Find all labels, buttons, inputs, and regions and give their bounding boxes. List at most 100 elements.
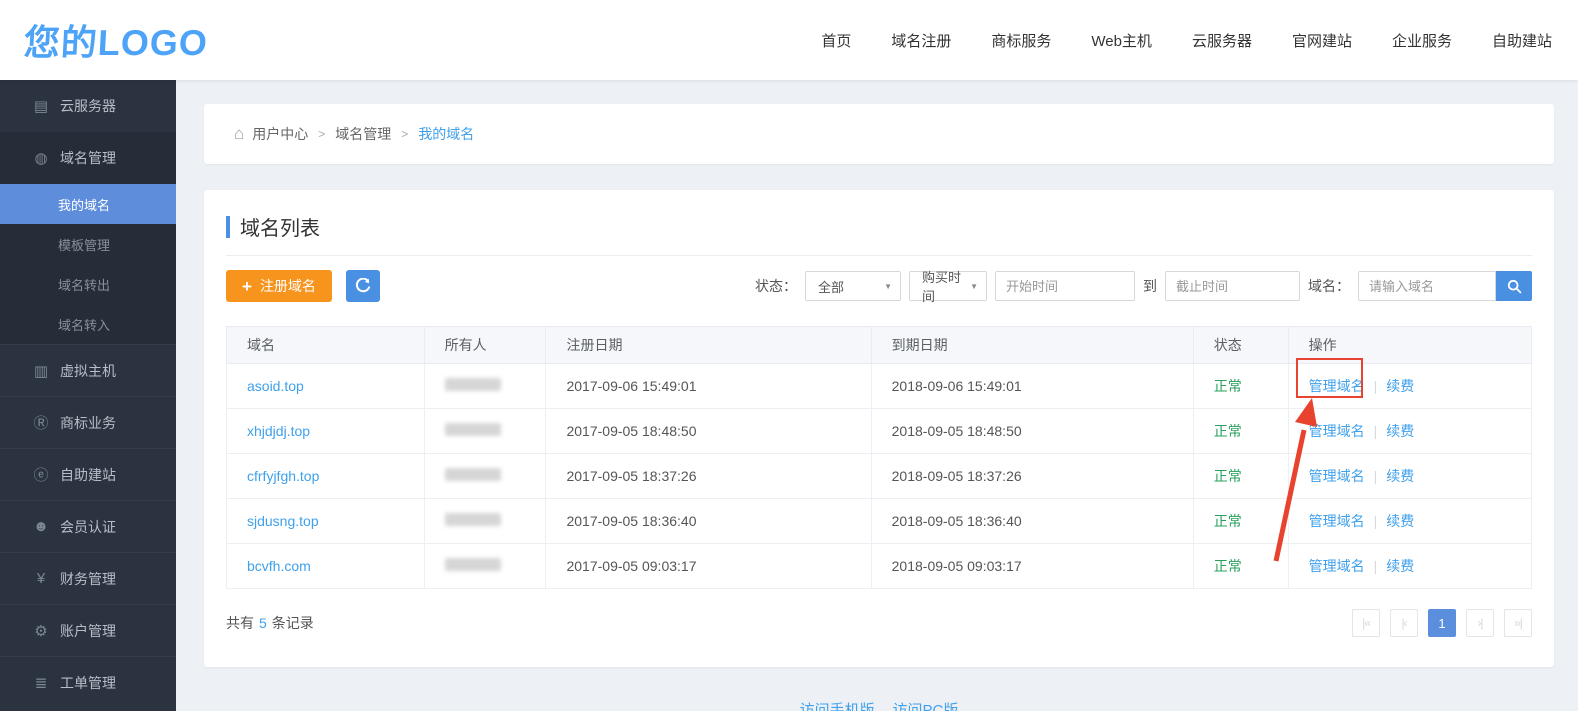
manage-domain-link[interactable]: 管理域名 <box>1309 468 1365 484</box>
sidebar-group-domain: 域名管理 我的域名 模板管理 域名转出 域名转入 <box>0 132 176 344</box>
home-icon: ⌂ <box>234 124 244 144</box>
domain-link[interactable]: asoid.top <box>247 378 304 394</box>
pagination-page-1-button[interactable]: 1 <box>1428 609 1456 637</box>
sidebar-item-finance-management[interactable]: 财务管理 <box>0 552 176 604</box>
nav-enterprise-service[interactable]: 企业服务 <box>1392 30 1452 51</box>
owner-redacted <box>445 378 501 391</box>
top-navigation: 首页 域名注册 商标服务 Web主机 云服务器 官网建站 企业服务 自助建站 <box>821 30 1552 51</box>
table-row: bcvfh.com 2017-09-05 09:03:17 2018-09-05… <box>227 544 1532 589</box>
refresh-button[interactable] <box>346 270 380 302</box>
registered-date: 2017-09-05 18:37:26 <box>546 454 871 499</box>
chevron-down-icon: ▼ <box>884 282 892 291</box>
col-header-registered: 注册日期 <box>546 327 871 364</box>
status-badge: 正常 <box>1214 423 1242 439</box>
record-count-number: 5 <box>259 615 267 631</box>
nav-domain-register[interactable]: 域名注册 <box>891 30 951 51</box>
sidebar-item-label: 财务管理 <box>60 569 116 589</box>
pagination-last-button[interactable]: »| <box>1504 609 1532 637</box>
renew-link[interactable]: 续费 <box>1386 468 1414 484</box>
sidebar-item-my-domains[interactable]: 我的域名 <box>0 184 176 224</box>
search-button[interactable] <box>1496 271 1532 301</box>
to-label: 到 <box>1143 276 1157 296</box>
domain-link[interactable]: bcvfh.com <box>247 558 311 574</box>
renew-link[interactable]: 续费 <box>1386 423 1414 439</box>
registered-date: 2017-09-05 18:48:50 <box>546 409 871 454</box>
renew-link[interactable]: 续费 <box>1386 378 1414 394</box>
register-domain-label: 注册域名 <box>260 276 316 296</box>
status-badge: 正常 <box>1214 468 1242 484</box>
globe-icon <box>32 149 50 167</box>
domain-link[interactable]: cfrfyjfgh.top <box>247 468 319 484</box>
breadcrumb-separator: > <box>401 127 408 141</box>
breadcrumb-my-domains[interactable]: 我的域名 <box>418 124 474 144</box>
sidebar-item-template-management[interactable]: 模板管理 <box>0 224 176 264</box>
manage-domain-link[interactable]: 管理域名 <box>1309 378 1365 394</box>
sidebar: 云服务器 域名管理 我的域名 模板管理 域名转出 域名转入 虚拟主机 商标业务 … <box>0 80 176 711</box>
pc-version-link[interactable]: 访问PC版 <box>893 702 959 711</box>
nav-web-hosting[interactable]: Web主机 <box>1091 30 1152 51</box>
refresh-icon <box>355 278 371 294</box>
nav-home[interactable]: 首页 <box>821 30 851 51</box>
status-badge: 正常 <box>1214 558 1242 574</box>
pagination-prev-button[interactable]: |‹ <box>1390 609 1418 637</box>
sidebar-item-account-management[interactable]: 账户管理 <box>0 604 176 656</box>
start-date-input[interactable] <box>995 271 1135 301</box>
nav-official-site[interactable]: 官网建站 <box>1292 30 1352 51</box>
breadcrumb-user-center[interactable]: 用户中心 <box>252 124 308 144</box>
sidebar-item-label: 域名管理 <box>60 148 116 168</box>
nav-cloud-server[interactable]: 云服务器 <box>1192 30 1252 51</box>
domain-search-input[interactable] <box>1358 271 1496 301</box>
domain-link[interactable]: sjdusng.top <box>247 513 319 529</box>
manage-domain-link[interactable]: 管理域名 <box>1309 423 1365 439</box>
domain-list-card: 域名列表 + 注册域名 状态： <box>204 190 1554 667</box>
sidebar-item-domain-management[interactable]: 域名管理 <box>0 132 176 184</box>
pagination-first-button[interactable]: |« <box>1352 609 1380 637</box>
table-row: xhjdjdj.top 2017-09-05 18:48:50 2018-09-… <box>227 409 1532 454</box>
status-select[interactable]: 全部 ▼ <box>805 271 901 301</box>
nav-trademark-service[interactable]: 商标服务 <box>991 30 1051 51</box>
pagination: |« |‹ 1 ›| »| <box>1352 609 1532 637</box>
action-separator: | <box>1374 513 1378 529</box>
record-count: 共有5条记录 <box>226 613 314 633</box>
breadcrumb: ⌂ 用户中心 > 域名管理 > 我的域名 <box>204 104 1554 164</box>
sidebar-item-ticket-management[interactable]: 工单管理 <box>0 656 176 708</box>
nav-self-site[interactable]: 自助建站 <box>1492 30 1552 51</box>
table-row: asoid.top 2017-09-06 15:49:01 2018-09-06… <box>227 364 1532 409</box>
sidebar-item-label: 自助建站 <box>60 465 116 485</box>
record-count-prefix: 共有 <box>226 615 254 631</box>
sidebar-item-domain-transfer-in[interactable]: 域名转入 <box>0 304 176 344</box>
time-type-select[interactable]: 购买时间 ▼ <box>909 271 987 301</box>
sidebar-item-domain-transfer-out[interactable]: 域名转出 <box>0 264 176 304</box>
col-header-actions: 操作 <box>1288 327 1531 364</box>
pagination-next-button[interactable]: ›| <box>1466 609 1494 637</box>
mobile-version-link[interactable]: 访问手机版 <box>800 702 875 711</box>
table-row: cfrfyjfgh.top 2017-09-05 18:37:26 2018-0… <box>227 454 1532 499</box>
trademark-icon <box>32 412 50 433</box>
sidebar-item-label: 商标业务 <box>60 413 116 433</box>
breadcrumb-domain-management[interactable]: 域名管理 <box>335 124 391 144</box>
registered-date: 2017-09-05 09:03:17 <box>546 544 871 589</box>
sidebar-item-label: 账户管理 <box>60 621 116 641</box>
sidebar-item-self-site[interactable]: 自助建站 <box>0 448 176 500</box>
table-header-row: 域名 所有人 注册日期 到期日期 状态 操作 <box>227 327 1532 364</box>
sidebar-item-cloud-server[interactable]: 云服务器 <box>0 80 176 132</box>
owner-redacted <box>445 558 501 571</box>
title-divider <box>226 255 1532 256</box>
sidebar-item-label: 工单管理 <box>60 673 116 693</box>
sidebar-item-virtual-host[interactable]: 虚拟主机 <box>0 344 176 396</box>
host-icon <box>32 362 50 380</box>
end-date-input[interactable] <box>1165 271 1300 301</box>
page: 您的LOGO 首页 域名注册 商标服务 Web主机 云服务器 官网建站 企业服务… <box>0 0 1578 711</box>
manage-domain-link[interactable]: 管理域名 <box>1309 513 1365 529</box>
register-domain-button[interactable]: + 注册域名 <box>226 270 332 302</box>
renew-link[interactable]: 续费 <box>1386 558 1414 574</box>
manage-domain-link[interactable]: 管理域名 <box>1309 558 1365 574</box>
status-badge: 正常 <box>1214 513 1242 529</box>
sidebar-item-label: 云服务器 <box>60 96 116 116</box>
sidebar-item-trademark-business[interactable]: 商标业务 <box>0 396 176 448</box>
selfsite-icon <box>32 464 50 485</box>
expires-date: 2018-09-05 18:48:50 <box>871 409 1193 454</box>
sidebar-item-member-verification[interactable]: 会员认证 <box>0 500 176 552</box>
renew-link[interactable]: 续费 <box>1386 513 1414 529</box>
domain-link[interactable]: xhjdjdj.top <box>247 423 310 439</box>
